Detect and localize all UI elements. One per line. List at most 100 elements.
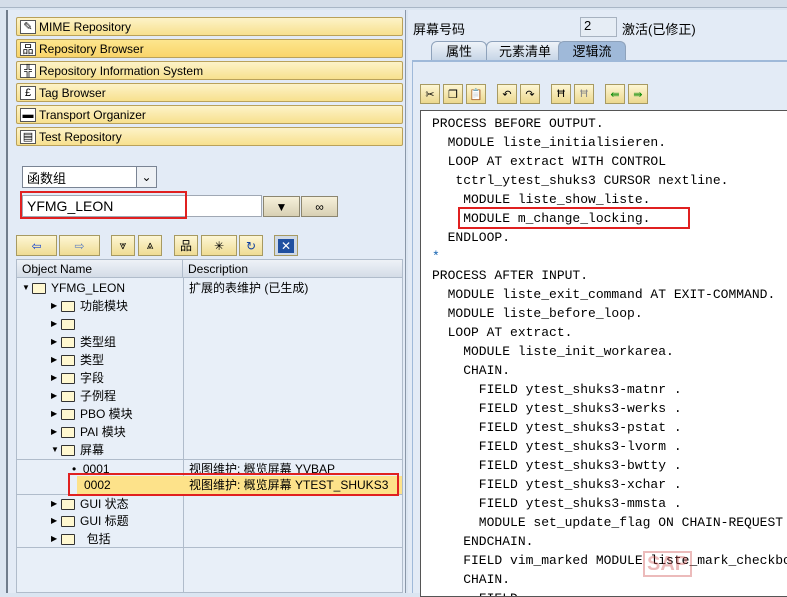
caret-right-icon[interactable]: ▶ [51, 315, 61, 333]
nav-mime-repository[interactable]: ✎ MIME Repository [16, 17, 403, 36]
refresh-button[interactable]: ↻ [239, 235, 263, 256]
code-line: ENDCHAIN. [432, 534, 534, 549]
code-line: * [432, 249, 440, 264]
caret-down-icon[interactable]: ▼ [22, 279, 32, 297]
dropdown-button[interactable]: ▼ [263, 196, 300, 217]
caret-right-icon[interactable]: ▶ [51, 495, 61, 513]
tree-folder[interactable]: ▶ 类型 [17, 351, 402, 369]
tree-folder[interactable]: ▶ [17, 315, 402, 333]
chevron-down-icon[interactable]: ⌄ [136, 167, 156, 187]
download-button[interactable]: ⇛ [628, 84, 648, 104]
code-line: FIELD ytest_shuks3-bwtty . [432, 458, 682, 473]
tree-folder-screens[interactable]: ▼ 屏幕 [17, 441, 402, 459]
object-type-select[interactable]: 函数组 ⌄ [22, 166, 157, 188]
tree-folder[interactable]: ▶ 子例程 [17, 387, 402, 405]
caret-right-icon[interactable]: ▶ [51, 351, 61, 369]
display-glasses-button[interactable]: ∞ [301, 196, 338, 217]
tab-element-list[interactable]: 元素清单 [486, 41, 564, 61]
caret-right-icon[interactable]: ▶ [51, 405, 61, 423]
back-button[interactable]: ⇦ [16, 235, 57, 256]
code-text[interactable]: PROCESS BEFORE OUTPUT. MODULE liste_init… [432, 114, 787, 596]
truck-icon: ▬ [20, 107, 36, 122]
caret-right-icon[interactable]: ▶ [51, 530, 61, 548]
tree-folder[interactable]: ▶ GUI 标题 [17, 512, 402, 530]
code-line: FIELD ytest_shuks3-lvorm . [432, 439, 682, 454]
download-icon: ⇛ [633, 88, 643, 101]
hierarchy-button[interactable]: 品 [174, 235, 198, 256]
folder-icon [61, 533, 75, 545]
code-editor[interactable]: PROCESS BEFORE OUTPUT. MODULE liste_init… [420, 110, 787, 597]
code-line: LOOP AT extract WITH CONTROL [432, 154, 667, 169]
collapse-icon: ⩓ [146, 238, 154, 252]
nav-repository-browser[interactable]: 品 Repository Browser [16, 39, 403, 58]
folder-icon [61, 354, 75, 366]
nav-transport-organizer[interactable]: ▬ Transport Organizer [16, 105, 403, 124]
upload-button[interactable]: ⇚ [605, 84, 625, 104]
mime-icon: ✎ [20, 19, 36, 34]
caret-right-icon[interactable]: ▶ [51, 369, 61, 387]
folder-icon [32, 282, 46, 294]
arrow-left-icon: ⇦ [31, 238, 42, 253]
snowflake-menu-button[interactable]: ✳ [201, 235, 237, 256]
caret-right-icon[interactable]: ▶ [51, 387, 61, 405]
caret-right-icon[interactable]: ▶ [51, 297, 61, 315]
arrow-right-icon: ⇨ [74, 238, 85, 253]
expand-icon: ⩔ [119, 238, 127, 252]
undo-button[interactable]: ↶ [497, 84, 517, 104]
column-header-object-name[interactable]: Object Name [17, 260, 183, 277]
code-line: CHAIN. [432, 572, 511, 587]
close-button[interactable]: ✕ [274, 235, 298, 256]
cut-button[interactable]: ✂ [420, 84, 440, 104]
info-system-icon: ╬ [20, 63, 36, 78]
tree-folder[interactable]: ▶ 类型组 [17, 333, 402, 351]
code-line: FIELD ytest_shuks3-matnr . [432, 382, 682, 397]
folder-icon [61, 300, 75, 312]
folder-icon [61, 408, 75, 420]
caret-right-icon[interactable]: ▶ [51, 512, 61, 530]
code-line: FIELD ytest_shuks3-pstat . [432, 420, 682, 435]
tree-folder[interactable]: ▶ 功能模块 [17, 297, 402, 315]
close-icon: ✕ [277, 238, 295, 253]
find-button[interactable]: Ħ [551, 84, 571, 104]
nav-repository-information-system[interactable]: ╬ Repository Information System [16, 61, 403, 80]
collapse-button[interactable]: ⩓ [138, 235, 162, 256]
tree-root[interactable]: ▼ YFMG_LEON 扩展的表维护 (已生成) [17, 279, 402, 297]
code-line: FIELD [432, 589, 787, 596]
paste-button[interactable]: 📋 [466, 84, 486, 104]
find-next-button[interactable]: Ħ [574, 84, 594, 104]
redo-button[interactable]: ↷ [520, 84, 540, 104]
tree-folder[interactable]: ▶ PBO 模块 [17, 405, 402, 423]
code-line: MODULE set_update_flag ON CHAIN-REQUEST [432, 515, 784, 530]
folder-icon [61, 318, 75, 330]
nav-tag-browser[interactable]: £ Tag Browser [16, 83, 403, 102]
tag-icon: £ [20, 85, 36, 100]
binoculars-next-icon: Ħ [580, 88, 588, 100]
left-panel: ✎ MIME Repository 品 Repository Browser ╬ Re… [6, 10, 406, 593]
code-line: MODULE liste_initialisieren. [432, 135, 667, 150]
folder-icon [61, 498, 75, 510]
copy-icon: ❐ [448, 88, 458, 101]
code-line: MODULE liste_before_loop. [432, 306, 643, 321]
code-line: MODULE liste_exit_command AT EXIT-COMMAN… [432, 287, 776, 302]
code-line: MODULE liste_init_workarea. [432, 344, 674, 359]
tree-folder[interactable]: ▶ GUI 状态 [17, 494, 402, 512]
test-icon: ▤ [20, 129, 36, 144]
caret-down-icon[interactable]: ▼ [51, 441, 61, 459]
paste-icon: 📋 [469, 88, 483, 101]
screen-number-field[interactable]: 2 [580, 17, 617, 37]
tab-flow-logic[interactable]: 逻辑流 [558, 41, 626, 61]
code-line: PROCESS BEFORE OUTPUT. [432, 116, 604, 131]
binoculars-icon: Ħ [557, 88, 565, 100]
column-header-description[interactable]: Description [183, 260, 248, 277]
tree-folder[interactable]: ▶ PAI 模块 [17, 423, 402, 441]
expand-button[interactable]: ⩔ [111, 235, 135, 256]
tab-attributes[interactable]: 属性 [431, 41, 487, 61]
caret-right-icon[interactable]: ▶ [51, 333, 61, 351]
nav-test-repository[interactable]: ▤ Test Repository [16, 127, 403, 146]
tree-folder[interactable]: ▶ 包括 [17, 530, 402, 548]
copy-button[interactable]: ❐ [443, 84, 463, 104]
caret-right-icon[interactable]: ▶ [51, 423, 61, 441]
tree-folder[interactable]: ▶ 字段 [17, 369, 402, 387]
forward-button[interactable]: ⇨ [59, 235, 100, 256]
code-line: ENDLOOP. [432, 230, 511, 245]
